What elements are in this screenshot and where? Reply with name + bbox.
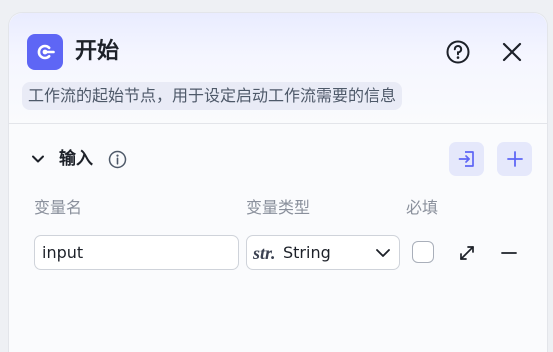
node-title: 开始 [75,39,120,64]
add-variable-button[interactable] [497,142,532,176]
variable-type-value: String [283,243,331,262]
import-variables-button[interactable] [449,142,484,176]
info-icon[interactable] [107,149,127,169]
minus-icon [500,244,518,262]
header-divider [9,123,547,124]
variable-type-select[interactable]: str. String [246,235,400,270]
start-node-panel: 开始 工作流的起始节点，用于设定启动工作流需要的信息 输入 变量名 变量类型 必… [8,12,548,352]
string-type-icon: str. [253,243,276,263]
import-icon [457,149,477,169]
node-description: 工作流的起始节点，用于设定启动工作流需要的信息 [22,82,403,110]
plus-icon [506,150,524,168]
column-header-required: 必填 [406,198,439,217]
remove-variable-button[interactable] [497,241,521,265]
help-circle-icon[interactable] [444,38,472,66]
chevron-down-icon [375,246,391,260]
start-node-icon [27,34,63,70]
chevron-down-icon[interactable] [29,150,47,168]
required-checkbox[interactable] [412,241,434,263]
column-header-type: 变量类型 [246,198,311,217]
column-header-name: 变量名 [34,198,83,217]
expand-icon[interactable] [455,241,479,265]
input-section-title: 输入 [59,149,93,169]
variable-name-input[interactable] [34,235,239,270]
close-icon[interactable] [498,38,526,66]
